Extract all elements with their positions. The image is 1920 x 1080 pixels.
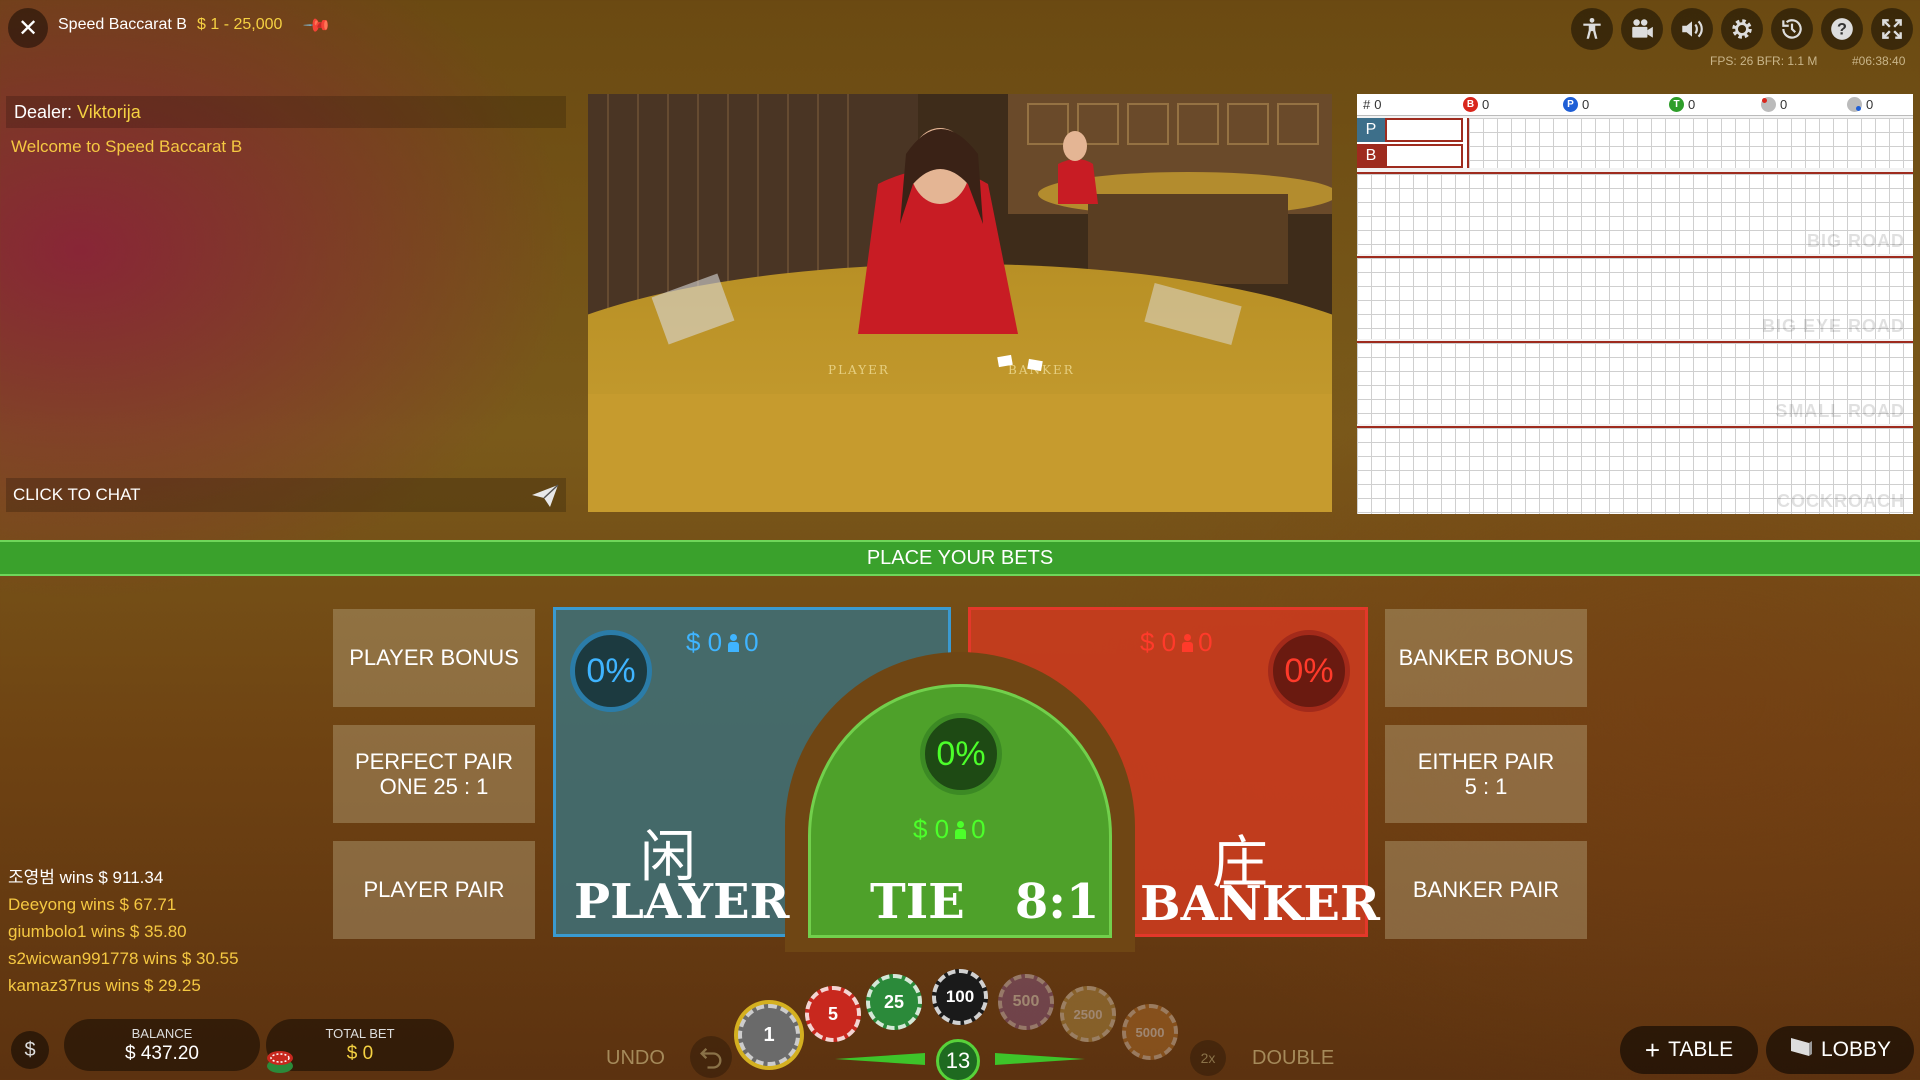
help-icon[interactable]: ? [1821, 8, 1863, 50]
settings-icon[interactable] [1721, 8, 1763, 50]
winner-item: Deeyong wins $ 67.71 [8, 895, 177, 914]
big-eye-road: BIG EYE ROAD [1357, 256, 1913, 339]
double-icon[interactable]: 2x [1190, 1040, 1226, 1076]
lobby-button[interactable]: LOBBY [1766, 1026, 1914, 1074]
send-icon[interactable] [530, 483, 560, 509]
stat-player-pair: 0 [1847, 97, 1873, 112]
banker-pair-button[interactable]: BANKER PAIR [1385, 841, 1587, 939]
player-label: PLAYER [574, 874, 790, 930]
tie-bet-amount: $ 0 [913, 814, 950, 844]
live-video: PLAYER BANKER [588, 94, 1332, 512]
either-pair-button[interactable]: EITHER PAIR 5 : 1 [1385, 725, 1587, 823]
stat-banker: B0 [1463, 97, 1489, 112]
balance-box: BALANCE $ 437.20 [64, 1019, 260, 1071]
svg-text:?: ? [1837, 20, 1847, 38]
tie-percent: 0% [920, 713, 1002, 795]
player-bet-amount: $ 0 [686, 627, 723, 657]
banker-pair-icon [1761, 97, 1776, 112]
winner-item: 조영범 wins $ 911.34 [8, 868, 164, 887]
cockroach-road: COCKROACH [1357, 426, 1913, 514]
stat-banker-pair: 0 [1761, 97, 1787, 112]
close-button[interactable]: ✕ [8, 8, 48, 48]
person-icon [728, 633, 740, 652]
chip-2500[interactable]: 2500 [1060, 986, 1116, 1042]
stat-player: P0 [1563, 97, 1589, 112]
session-time: #06:38:40 [1852, 54, 1906, 68]
double-label[interactable]: DOUBLE [1252, 1047, 1334, 1070]
person-icon [1182, 633, 1194, 652]
banker-bet-amount: $ 0 [1140, 627, 1177, 657]
undo-label[interactable]: UNDO [606, 1047, 665, 1070]
fullscreen-icon[interactable] [1871, 8, 1913, 50]
banker-percent: 0% [1268, 630, 1350, 712]
video-icon[interactable] [1621, 8, 1663, 50]
tie-label: TIE 8:1 [870, 874, 1100, 930]
stat-total: #0 [1363, 97, 1382, 112]
undo-icon[interactable] [690, 1036, 732, 1078]
chip-500[interactable]: 500 [998, 974, 1054, 1030]
player-pair-icon [1847, 97, 1862, 112]
row-p-label: P [1357, 118, 1385, 142]
chip-25[interactable]: 25 [866, 974, 922, 1030]
chip-5[interactable]: 5 [805, 986, 861, 1042]
small-road: SMALL ROAD [1357, 341, 1913, 424]
fps-info: FPS: 26 BFR: 1.1 M [1710, 54, 1818, 68]
tie-bet-count: 0 [971, 814, 986, 844]
banker-bet-info: $ 0 0 [1140, 627, 1213, 658]
roadmap: #0 B0 P0 T0 0 0 P B BIG ROAD BIG EYE ROA… [1357, 94, 1913, 514]
dealer-row: Dealer: Viktorija [6, 96, 566, 128]
lobby-icon [1789, 1036, 1813, 1064]
accessibility-icon[interactable] [1571, 8, 1613, 50]
table-limits: $ 1 - 25,000 [197, 16, 283, 33]
chip-5000[interactable]: 5000 [1122, 1004, 1178, 1060]
table-name: Speed Baccarat B [58, 16, 187, 33]
winners-list: 조영범 wins $ 911.34 Deeyong wins $ 67.71 g… [8, 864, 239, 999]
chat-input[interactable]: CLICK TO CHAT [6, 478, 566, 512]
stat-tie: T0 [1669, 97, 1695, 112]
winner-item: kamaz37rus wins $ 29.25 [8, 976, 201, 995]
table-button[interactable]: + TABLE [1620, 1026, 1758, 1074]
balance-value: $ 437.20 [125, 1043, 199, 1064]
chip-1[interactable]: 1 [738, 1004, 800, 1066]
banker-bet-count: 0 [1198, 627, 1213, 657]
player-bet-info: $ 0 0 [686, 627, 759, 658]
roadmap-stats: #0 B0 P0 T0 0 0 [1357, 94, 1913, 116]
status-bar: PLACE YOUR BETS [0, 540, 1920, 576]
player-bet-count: 0 [744, 627, 759, 657]
welcome-message: Welcome to Speed Baccarat B [11, 137, 243, 156]
player-bonus-button[interactable]: PLAYER BONUS [333, 609, 535, 707]
row-b-label: B [1357, 144, 1385, 168]
tie-bet-info: $ 0 0 [913, 814, 986, 845]
svg-text:PLAYER: PLAYER [828, 363, 890, 377]
winner-item: giumbolo1 wins $ 35.80 [8, 922, 187, 941]
perfect-pair-button[interactable]: PERFECT PAIR ONE 25 : 1 [333, 725, 535, 823]
chip-stack-icon [264, 1036, 304, 1076]
player-percent: 0% [570, 630, 652, 712]
plus-icon: + [1644, 1035, 1661, 1065]
player-pair-button[interactable]: PLAYER PAIR [333, 841, 535, 939]
balance-label: BALANCE [131, 1026, 193, 1041]
chip-100[interactable]: 100 [932, 969, 988, 1025]
dealer-label: Dealer: [14, 102, 73, 122]
history-icon[interactable] [1771, 8, 1813, 50]
banker-bonus-button[interactable]: BANKER BONUS [1385, 609, 1587, 707]
volume-icon[interactable] [1671, 8, 1713, 50]
big-road: BIG ROAD [1357, 172, 1913, 254]
banker-label: BANKER [1140, 876, 1380, 932]
countdown-timer: 13 [936, 1039, 980, 1080]
person-icon [955, 820, 967, 839]
winner-item: s2wicwan991778 wins $ 30.55 [8, 949, 239, 968]
currency-icon[interactable]: $ [11, 1031, 49, 1069]
pin-icon[interactable]: 📌 [302, 10, 333, 41]
dealer-name: Viktorija [77, 102, 141, 122]
